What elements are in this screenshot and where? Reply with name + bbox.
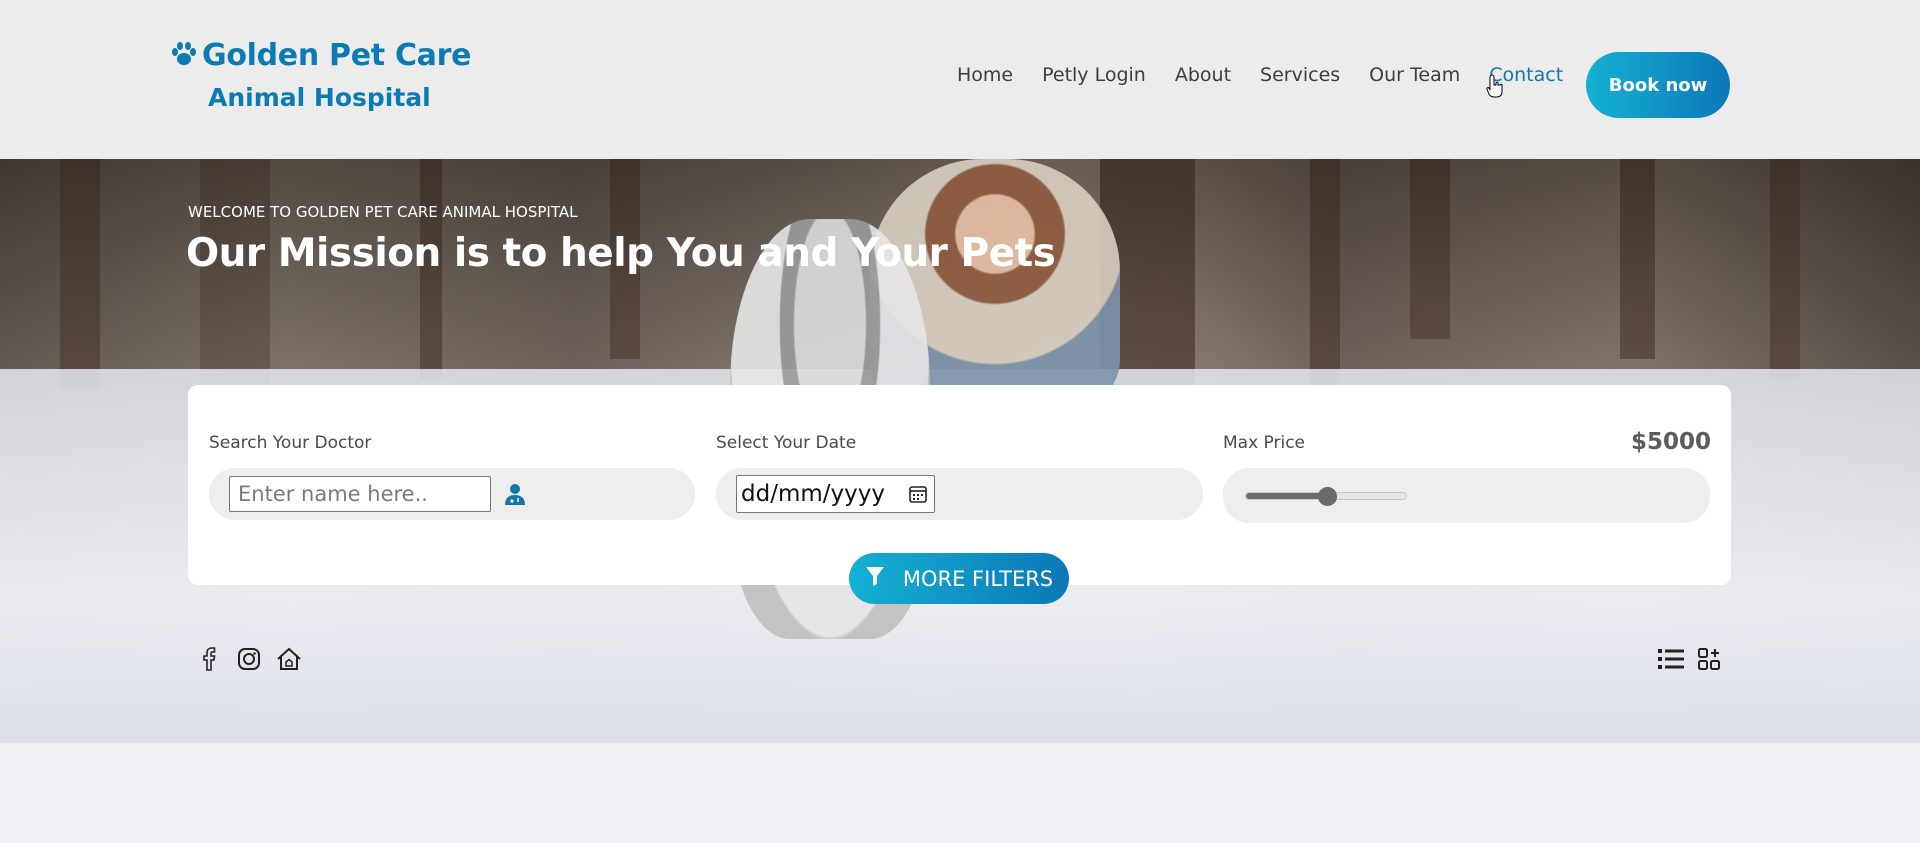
instagram-icon[interactable] bbox=[236, 646, 262, 672]
price-value: $5000 bbox=[1630, 429, 1711, 455]
site-header: Golden Pet Care Animal Hospital Home Pet… bbox=[0, 0, 1920, 159]
hero-headline: Our Mission is to help You and Your Pets bbox=[186, 231, 1056, 276]
more-filters-label: MORE FILTERS bbox=[902, 566, 1054, 591]
hand-cursor-icon bbox=[1486, 74, 1504, 102]
home-icon[interactable] bbox=[276, 646, 302, 672]
logo-title: Golden Pet Care bbox=[202, 38, 472, 73]
filter-icon bbox=[865, 565, 885, 592]
price-slider[interactable] bbox=[1245, 487, 1407, 506]
background-tree bbox=[60, 159, 100, 389]
social-links bbox=[196, 646, 302, 672]
price-slider-fill bbox=[1246, 493, 1327, 499]
doctor-search-group bbox=[209, 468, 695, 520]
nav-our-team[interactable]: Our Team bbox=[1369, 64, 1460, 86]
more-filters-button[interactable]: MORE FILTERS bbox=[849, 553, 1069, 604]
hero-welcome-text: WELCOME TO GOLDEN PET CARE ANIMAL HOSPIT… bbox=[188, 203, 578, 221]
date-label: Select Your Date bbox=[716, 433, 857, 453]
doctor-icon[interactable] bbox=[503, 482, 527, 510]
nav-petly-login[interactable]: Petly Login bbox=[1042, 64, 1146, 86]
background-tree bbox=[1620, 159, 1655, 359]
book-now-button[interactable]: Book now bbox=[1586, 52, 1730, 118]
background-tree bbox=[1770, 159, 1800, 379]
price-slider-thumb[interactable] bbox=[1317, 487, 1337, 506]
price-label: Max Price bbox=[1223, 433, 1306, 453]
nav-services[interactable]: Services bbox=[1260, 64, 1340, 86]
calendar-icon[interactable] bbox=[908, 484, 928, 508]
background-tree bbox=[1410, 159, 1450, 339]
facebook-icon[interactable] bbox=[196, 646, 222, 672]
date-placeholder: dd/mm/yyyy bbox=[741, 481, 885, 507]
price-group bbox=[1223, 468, 1710, 523]
doctor-label: Search Your Doctor bbox=[209, 433, 372, 453]
background-tree bbox=[1310, 159, 1340, 399]
doctor-search-input[interactable] bbox=[229, 476, 491, 512]
nav-about[interactable]: About bbox=[1175, 64, 1231, 86]
date-group: dd/mm/yyyy bbox=[716, 468, 1203, 520]
logo-subtitle: Animal Hospital bbox=[208, 83, 431, 112]
paw-icon bbox=[170, 40, 198, 72]
list-view-icon[interactable] bbox=[1658, 646, 1684, 672]
logo[interactable]: Golden Pet Care Animal Hospital bbox=[170, 38, 471, 112]
view-toggle bbox=[1658, 646, 1722, 672]
grid-view-icon[interactable] bbox=[1696, 646, 1722, 672]
nav-home[interactable]: Home bbox=[957, 64, 1013, 86]
date-input[interactable]: dd/mm/yyyy bbox=[736, 475, 935, 513]
